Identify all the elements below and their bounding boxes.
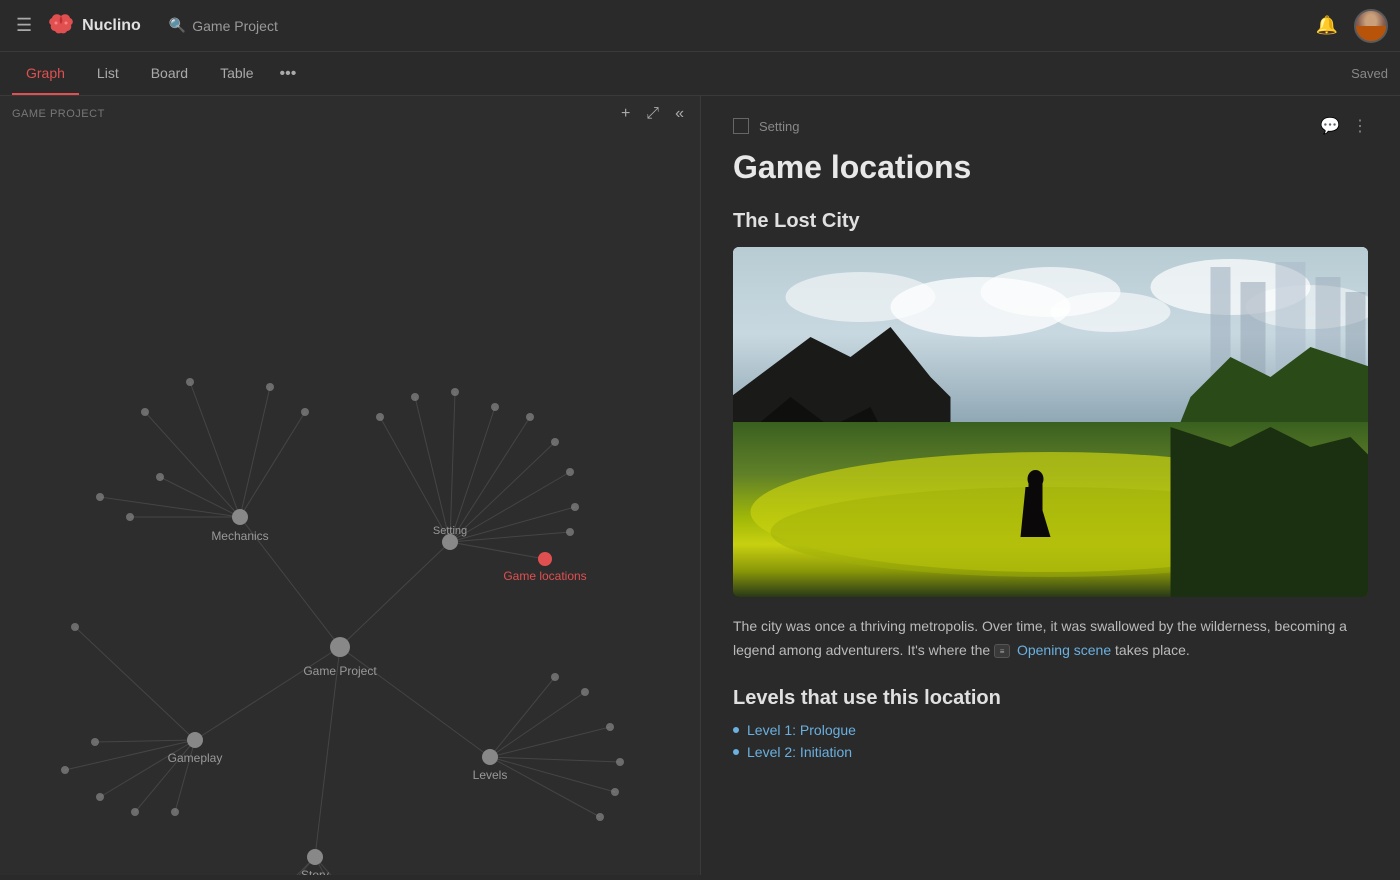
add-node-button[interactable]: + — [617, 103, 634, 125]
level-2-link[interactable]: Level 2: Initiation — [747, 744, 852, 760]
level-1-link[interactable]: Level 1: Prologue — [747, 722, 856, 738]
menu-icon[interactable]: ☰ — [12, 11, 36, 40]
logo-label: Nuclino — [82, 17, 141, 35]
breadcrumb: GAME PROJECT — [12, 108, 105, 120]
graph-edges — [65, 382, 620, 875]
node-story — [307, 849, 323, 865]
logo[interactable]: Nuclino — [48, 12, 141, 40]
node-label-game-locations: Game locations — [503, 569, 586, 583]
brain-icon — [48, 12, 74, 40]
graph-header: GAME PROJECT + ⤢ « — [0, 96, 700, 132]
graph-panel: GAME PROJECT + ⤢ « — [0, 96, 700, 875]
collapse-panel-button[interactable]: « — [671, 103, 688, 125]
main-layout: GAME PROJECT + ⤢ « — [0, 96, 1400, 875]
city-illustration — [733, 247, 1368, 597]
search-icon: 🔍 — [169, 17, 186, 34]
node-label-gameplay: Gameplay — [168, 751, 223, 765]
saved-status: Saved — [1351, 66, 1388, 81]
more-tabs-button[interactable]: ••• — [272, 61, 305, 87]
bell-icon[interactable]: 🔔 — [1312, 11, 1342, 40]
node-label-setting: Setting — [433, 525, 467, 537]
bullet-dot-1 — [733, 727, 739, 733]
main-nodes[interactable]: Game Project Mechanics Setting Game loca… — [168, 509, 587, 875]
search-area[interactable]: 🔍 Game Project — [169, 17, 278, 34]
node-gameplay — [187, 732, 203, 748]
satellite-nodes[interactable] — [61, 378, 624, 875]
tab-board[interactable]: Board — [137, 52, 202, 95]
tab-list[interactable]: List — [83, 52, 133, 95]
opening-scene-link[interactable]: Opening scene — [1017, 642, 1111, 658]
content-path: Setting — [759, 119, 799, 134]
doc-title: Game locations — [733, 148, 1368, 186]
node-levels — [482, 749, 498, 765]
level-item-1: Level 1: Prologue — [733, 722, 1368, 738]
node-label-game-project: Game Project — [303, 664, 377, 678]
tab-graph[interactable]: Graph — [12, 52, 79, 95]
node-mechanics — [232, 509, 248, 525]
graph-controls: + ⤢ « — [617, 103, 688, 125]
content-panel: Setting 💬 ⋮ Game locations The Lost City — [700, 96, 1400, 875]
node-game-project — [330, 637, 350, 657]
levels-list: Level 1: Prologue Level 2: Initiation — [733, 722, 1368, 760]
section2-title: Levels that use this location — [733, 687, 1368, 710]
comment-icon[interactable]: 💬 — [1320, 116, 1340, 136]
node-game-locations — [538, 552, 552, 566]
more-options-icon[interactable]: ⋮ — [1352, 116, 1368, 136]
content-header-icons: 💬 ⋮ — [1320, 116, 1368, 136]
doc-checkbox[interactable] — [733, 118, 749, 134]
topbar: ☰ Nuclino 🔍 Game Project 🔔 — [0, 0, 1400, 52]
tab-table[interactable]: Table — [206, 52, 267, 95]
link-doc-icon: ≡ — [994, 644, 1010, 658]
graph-svg[interactable]: Game Project Mechanics Setting Game loca… — [0, 132, 700, 875]
content-header: Setting 💬 ⋮ — [733, 116, 1368, 136]
node-label-story: Story — [301, 868, 329, 875]
level-item-2: Level 2: Initiation — [733, 744, 1368, 760]
node-label-mechanics: Mechanics — [211, 529, 268, 543]
node-label-levels: Levels — [473, 768, 508, 782]
graph-svg-container[interactable]: Game Project Mechanics Setting Game loca… — [0, 132, 700, 875]
doc-image — [733, 247, 1368, 597]
avatar[interactable] — [1354, 9, 1388, 43]
doc-paragraph: The city was once a thriving metropolis.… — [733, 615, 1368, 663]
section1-title: The Lost City — [733, 210, 1368, 233]
bullet-dot-2 — [733, 749, 739, 755]
expand-graph-button[interactable]: ⤢ — [642, 103, 663, 125]
search-text: Game Project — [192, 18, 278, 34]
view-tabs: Graph List Board Table ••• Saved — [0, 52, 1400, 96]
